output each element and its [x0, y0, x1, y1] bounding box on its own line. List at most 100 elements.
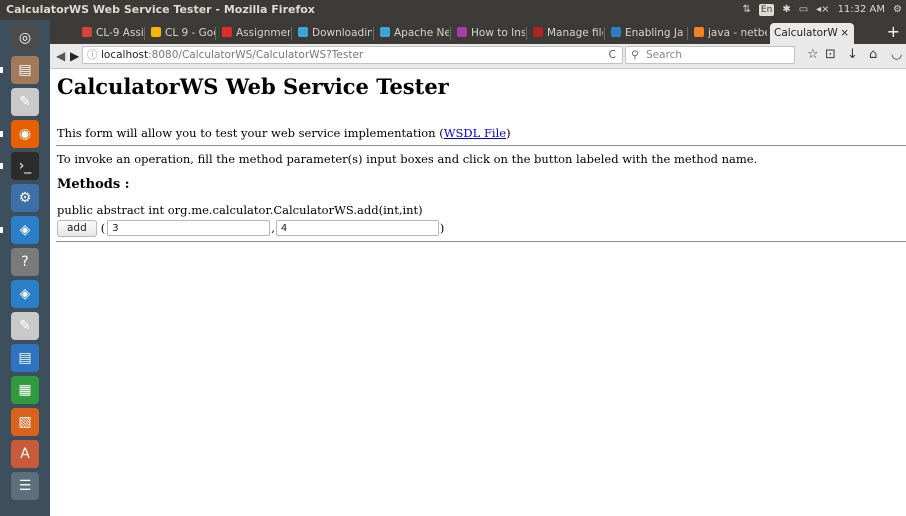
bookmark-star-icon[interactable]: ☆ [807, 47, 819, 63]
tab-separator [215, 27, 216, 40]
reload-icon[interactable]: C [609, 47, 616, 63]
launcher-text-editor-2-icon[interactable]: ✎ [11, 312, 39, 340]
param-separator: , [271, 221, 275, 235]
launcher-virtualbox-2-icon[interactable]: ◈ [11, 280, 39, 308]
battery-icon[interactable]: ▭ [799, 0, 808, 20]
forward-arrow-icon[interactable]: ▶ [70, 48, 79, 64]
browser-tab[interactable]: Assignment [218, 23, 290, 44]
method-invoke-row: add ( , ) [57, 219, 444, 237]
search-icon: ⚲ [631, 49, 639, 61]
tab-label: java - netbe [708, 27, 767, 39]
new-tab-button[interactable]: + [887, 22, 900, 42]
launcher-running-indicator [0, 163, 3, 169]
network-icon[interactable]: ⇅ [743, 0, 751, 20]
tab-label: CL 9 - Googl [165, 27, 215, 39]
tab-favicon-icon [222, 27, 232, 37]
open-paren: ( [100, 221, 106, 235]
launcher-firefox-icon[interactable]: ◉ [11, 120, 39, 148]
tab-separator [687, 27, 688, 40]
browser-tab[interactable]: Manage file [529, 23, 603, 44]
tab-label: Apache Net [394, 27, 449, 39]
launcher: ◎ ▤ ✎ ◉ ›_ ⚙ ◈? ◈ ✎ ▤ ▦ ▧ A ☰ [0, 20, 50, 516]
search-placeholder: Search [646, 49, 683, 61]
divider [56, 145, 906, 146]
browser-tab[interactable]: CL-9 Assignm [78, 23, 144, 44]
browser-tab[interactable]: java - netbe [690, 23, 767, 44]
launcher-software-center-icon[interactable]: A [11, 440, 39, 468]
launcher-terminal-icon[interactable]: ›_ [11, 152, 39, 180]
tab-separator [604, 27, 605, 40]
browser-tab[interactable]: How to Inst [453, 23, 525, 44]
add-method-button[interactable]: add [57, 219, 97, 237]
tab-favicon-icon [457, 27, 467, 37]
browser-tab[interactable]: CL 9 - Googl [147, 23, 215, 44]
launcher-help-icon[interactable]: ? [11, 248, 39, 276]
launcher-system-settings-icon[interactable]: ⚙ [11, 184, 39, 212]
browser-tab[interactable]: Enabling Ja [607, 23, 686, 44]
launcher-text-editor-icon[interactable]: ✎ [11, 88, 39, 116]
tab-label: How to Inst [471, 27, 525, 39]
search-input[interactable]: ⚲ Search [625, 46, 795, 64]
browser-tab[interactable]: Apache Net [376, 23, 449, 44]
launcher-files-icon[interactable]: ▤ [11, 56, 39, 84]
url-host: localhost [101, 49, 149, 61]
browser-tab[interactable]: CalculatorW × [770, 23, 854, 44]
tab-label: Enabling Ja [625, 27, 684, 39]
tab-favicon-icon [533, 27, 543, 37]
intro-text: This form will allow you to test your we… [57, 126, 511, 140]
launcher-virtualbox-icon[interactable]: ◈ [11, 216, 39, 244]
launcher-libreoffice-calc-icon[interactable]: ▦ [11, 376, 39, 404]
tab-label: CalculatorW [774, 27, 838, 39]
launcher-workspaces-icon[interactable]: ☰ [11, 472, 39, 500]
launcher-dash-home-icon[interactable]: ◎ [11, 24, 39, 52]
url-path: :8080/CalculatorWS/CalculatorWS?Tester [148, 49, 364, 61]
url-bar[interactable]: ⓘ localhost:8080/CalculatorWS/Calculator… [82, 46, 623, 64]
intro-close-paren: ) [506, 126, 511, 140]
tab-favicon-icon [298, 27, 308, 37]
launcher-running-indicator [0, 67, 3, 73]
top-panel: CalculatorWS Web Service Tester - Mozill… [0, 0, 906, 20]
settings-gear-icon[interactable]: ⚙ [893, 0, 902, 20]
browser-tab[interactable]: Downloadin [294, 23, 372, 44]
downloads-icon[interactable]: ↓ [847, 47, 858, 63]
tab-favicon-icon [611, 27, 621, 37]
navigation-toolbar: ◀ ▶ ⓘ localhost:8080/CalculatorWS/Calcul… [50, 44, 906, 69]
close-paren: ) [439, 221, 445, 235]
volume-icon[interactable]: ◂× [816, 0, 829, 20]
clock[interactable]: 11:32 AM [838, 0, 885, 20]
launcher-libreoffice-writer-icon[interactable]: ▤ [11, 344, 39, 372]
tab-separator [291, 27, 292, 40]
tab-separator [450, 27, 451, 40]
instructions-text: To invoke an operation, fill the method … [57, 152, 758, 166]
tab-favicon-icon [694, 27, 704, 37]
param2-input[interactable] [275, 220, 439, 236]
bluetooth-icon[interactable]: ✱ [782, 0, 790, 20]
reading-list-icon[interactable]: ⊡ [825, 47, 836, 63]
pocket-icon[interactable]: ◡ [891, 47, 902, 63]
window-title: CalculatorWS Web Service Tester - Mozill… [6, 3, 315, 16]
launcher-libreoffice-impress-icon[interactable]: ▧ [11, 408, 39, 436]
method-signature: public abstract int org.me.calculator.Ca… [57, 203, 423, 217]
tab-label: Manage file [547, 27, 603, 39]
tab-label: Downloadin [312, 27, 372, 39]
home-icon[interactable]: ⌂ [869, 47, 877, 63]
tab-separator [526, 27, 527, 40]
tab-strip: CL-9 Assignm CL 9 - Googl Assignment Downlo… [50, 20, 906, 44]
keyboard-layout-indicator[interactable]: En [758, 4, 775, 16]
methods-heading: Methods : [57, 177, 130, 192]
system-tray: ⇅ En ✱ ▭ ◂× 11:32 AM ⚙ [743, 0, 902, 20]
tab-favicon-icon [82, 27, 92, 37]
site-info-icon[interactable]: ⓘ [87, 47, 98, 63]
page-title: CalculatorWS Web Service Tester [57, 74, 449, 99]
launcher-running-indicator [0, 227, 3, 233]
wsdl-file-link[interactable]: WSDL File [444, 126, 506, 140]
tab-label: Assignment [236, 27, 290, 39]
intro-sentence: This form will allow you to test your we… [57, 126, 444, 140]
back-arrow-icon[interactable]: ◀ [56, 48, 65, 64]
tab-favicon-icon [151, 27, 161, 37]
tab-separator [144, 27, 145, 40]
page-content: CalculatorWS Web Service Tester This for… [50, 69, 906, 516]
param1-input[interactable] [107, 220, 271, 236]
close-tab-icon[interactable]: × [840, 23, 849, 43]
tab-separator [373, 27, 374, 40]
